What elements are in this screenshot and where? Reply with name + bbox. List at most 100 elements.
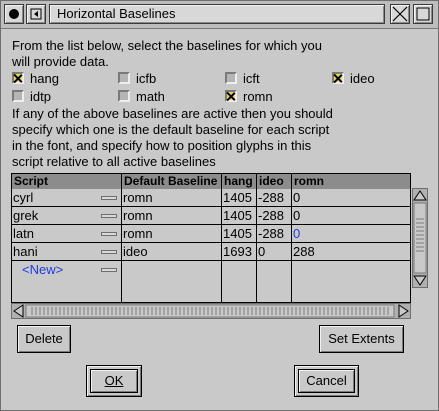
cell-hang[interactable]: 1405 bbox=[222, 189, 257, 207]
checkbox-label: romn bbox=[243, 89, 273, 104]
scroll-left-arrow-icon bbox=[13, 304, 24, 318]
checkbox-math[interactable]: math bbox=[118, 89, 165, 105]
cancel-button-frame[interactable]: Cancel bbox=[294, 365, 359, 397]
table-row[interactable]: hani ideo 1693 0 288 bbox=[12, 243, 410, 261]
script-dropdown-button[interactable] bbox=[101, 268, 117, 272]
maximize-icon bbox=[416, 7, 430, 21]
table-row[interactable]: cyrl romn 1405 -288 0 bbox=[12, 189, 410, 207]
header-ideo[interactable]: ideo bbox=[257, 174, 292, 189]
checkbox-ideo[interactable]: ideo bbox=[332, 71, 375, 87]
dialog-window: Horizontal Baselines From the list below… bbox=[0, 0, 439, 411]
delete-button[interactable]: Delete bbox=[17, 325, 71, 353]
cell-script[interactable]: hani bbox=[12, 243, 122, 261]
cell-default[interactable]: ideo bbox=[122, 243, 222, 261]
script-value: cyrl bbox=[13, 190, 34, 205]
shade-icon bbox=[30, 8, 42, 20]
set-extents-button[interactable]: Set Extents bbox=[319, 325, 404, 353]
vertical-scrollbar-graphics bbox=[413, 190, 427, 286]
new-entry-link[interactable]: <New> bbox=[22, 262, 63, 277]
baseline-table: Script Default Baseline hang ideo romn c… bbox=[11, 173, 411, 303]
horizontal-scrollbar-graphics bbox=[13, 304, 409, 318]
ok-button[interactable]: OK bbox=[90, 369, 138, 393]
checkbox-label: ideo bbox=[350, 71, 375, 86]
script-dropdown-button[interactable] bbox=[101, 196, 117, 200]
cell-empty bbox=[292, 261, 410, 302]
cell-ideo[interactable]: 0 bbox=[257, 243, 292, 261]
vertical-scroll-thumb bbox=[413, 202, 427, 274]
script-value: grek bbox=[13, 208, 39, 223]
cell-hang[interactable]: 1405 bbox=[222, 207, 257, 225]
instruction-line: script relative to all active baselines bbox=[12, 154, 216, 169]
close-icon bbox=[392, 6, 408, 22]
cell-script-new[interactable]: <New> bbox=[12, 261, 122, 302]
checkbox-box[interactable] bbox=[225, 90, 237, 102]
header-romn[interactable]: romn bbox=[292, 174, 410, 189]
cell-romn-active[interactable]: 0 bbox=[292, 225, 410, 243]
script-value: latn bbox=[13, 226, 34, 241]
scroll-down-arrow-icon bbox=[413, 275, 427, 286]
cell-script[interactable]: latn bbox=[12, 225, 122, 243]
checkbox-icft[interactable]: icft bbox=[225, 71, 260, 87]
checkbox-label: idtp bbox=[30, 89, 51, 104]
cell-script[interactable]: grek bbox=[12, 207, 122, 225]
table-row[interactable]: latn romn 1405 -288 0 bbox=[12, 225, 410, 243]
checkbox-idtp[interactable]: idtp bbox=[12, 89, 51, 105]
intro-line: will provide data. bbox=[12, 54, 109, 69]
cell-romn[interactable]: 0 bbox=[292, 189, 410, 207]
cell-hang[interactable]: 1405 bbox=[222, 225, 257, 243]
cell-default[interactable]: romn bbox=[122, 225, 222, 243]
checkbox-box[interactable] bbox=[332, 72, 344, 84]
cell-default[interactable]: romn bbox=[122, 207, 222, 225]
title-bar[interactable]: Horizontal Baselines bbox=[1, 1, 438, 29]
horizontal-scrollbar[interactable] bbox=[11, 303, 411, 319]
circle-icon bbox=[9, 9, 19, 19]
checkbox-label: icft bbox=[243, 71, 260, 86]
checkbox-label: math bbox=[136, 89, 165, 104]
intro-line: From the list below, select the baseline… bbox=[12, 38, 322, 53]
maximize-button[interactable] bbox=[413, 4, 433, 24]
script-dropdown-button[interactable] bbox=[101, 214, 117, 218]
checkbox-box[interactable] bbox=[12, 90, 24, 102]
script-dropdown-button[interactable] bbox=[101, 250, 117, 254]
window-menu-button[interactable] bbox=[4, 4, 24, 24]
cell-romn[interactable]: 0 bbox=[292, 207, 410, 225]
window-title: Horizontal Baselines bbox=[49, 4, 385, 24]
checkbox-label: icfb bbox=[136, 71, 157, 86]
cell-script[interactable]: cyrl bbox=[12, 189, 122, 207]
checkbox-box[interactable] bbox=[225, 72, 237, 84]
header-script[interactable]: Script bbox=[12, 174, 122, 189]
instruction-line: specify which one is the default baselin… bbox=[12, 122, 330, 137]
cell-romn[interactable]: 288 bbox=[292, 243, 410, 261]
instruction-line: If any of the above baselines are active… bbox=[12, 106, 333, 121]
header-default-baseline[interactable]: Default Baseline bbox=[122, 174, 222, 189]
cell-hang[interactable]: 1693 bbox=[222, 243, 257, 261]
cell-default[interactable]: romn bbox=[122, 189, 222, 207]
checkbox-box[interactable] bbox=[118, 72, 130, 84]
checkbox-romn[interactable]: romn bbox=[225, 89, 273, 105]
checkbox-box[interactable] bbox=[12, 72, 24, 84]
cell-empty bbox=[122, 261, 222, 302]
table-row[interactable]: grek romn 1405 -288 0 bbox=[12, 207, 410, 225]
checkbox-box[interactable] bbox=[118, 90, 130, 102]
horizontal-scroll-thumb bbox=[25, 304, 395, 318]
ok-button-frame[interactable]: OK bbox=[86, 365, 142, 397]
close-button[interactable] bbox=[390, 4, 410, 24]
cell-ideo[interactable]: -288 bbox=[257, 225, 292, 243]
cell-empty bbox=[257, 261, 292, 302]
new-row[interactable]: <New> bbox=[12, 261, 410, 302]
script-dropdown-button[interactable] bbox=[101, 232, 117, 236]
window-shade-button[interactable] bbox=[26, 4, 46, 24]
cell-empty bbox=[222, 261, 257, 302]
instruction-line: in the font, and specify how to position… bbox=[12, 138, 312, 153]
scroll-right-arrow-icon bbox=[398, 304, 409, 318]
checkbox-icfb[interactable]: icfb bbox=[118, 71, 156, 87]
cancel-button[interactable]: Cancel bbox=[298, 369, 355, 393]
scroll-up-arrow-icon bbox=[413, 190, 427, 201]
cell-ideo[interactable]: -288 bbox=[257, 189, 292, 207]
vertical-scrollbar[interactable] bbox=[412, 188, 428, 288]
cell-ideo[interactable]: -288 bbox=[257, 207, 292, 225]
instruction-text: If any of the above baselines are active… bbox=[12, 106, 427, 170]
checkbox-label: hang bbox=[30, 71, 59, 86]
checkbox-hang[interactable]: hang bbox=[12, 71, 59, 87]
header-hang[interactable]: hang bbox=[222, 174, 257, 189]
